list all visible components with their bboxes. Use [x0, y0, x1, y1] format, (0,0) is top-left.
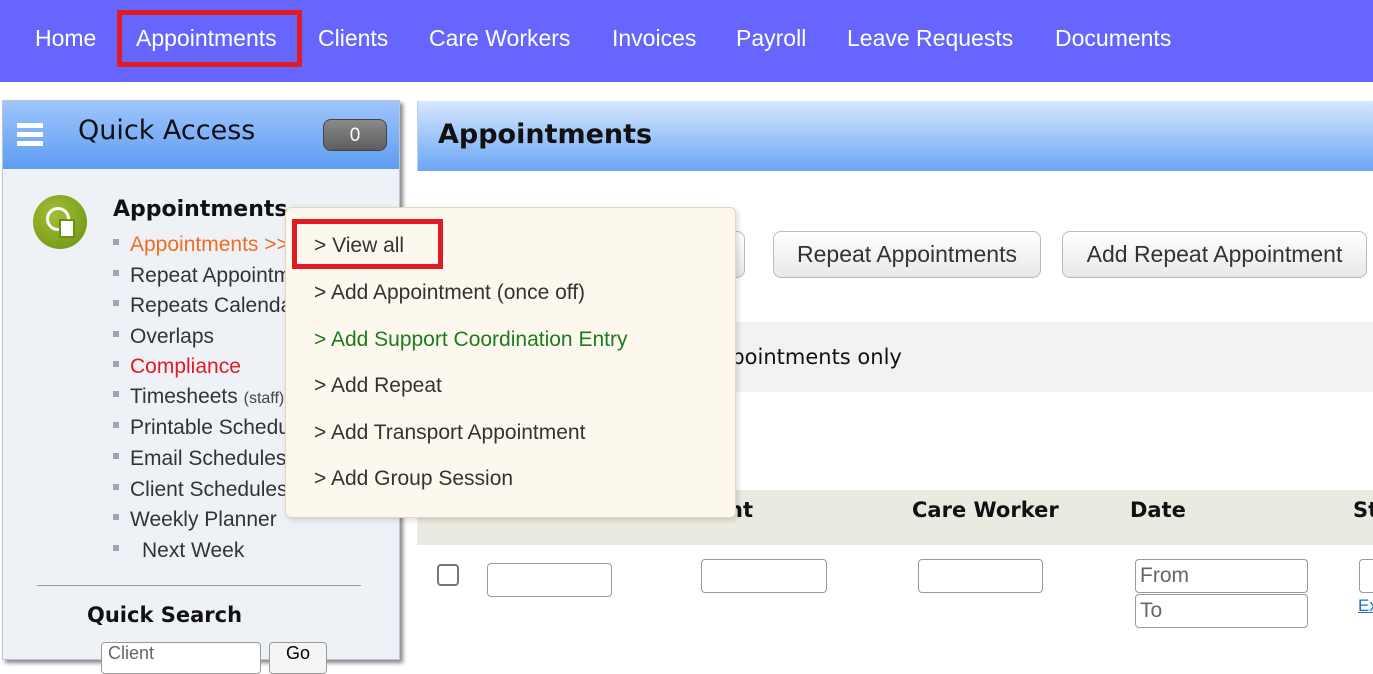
- sidebar-link-timesheets[interactable]: Timesheets (staff): [113, 385, 284, 409]
- sidebar-link-client-schedules[interactable]: Client Schedules: [113, 478, 288, 502]
- menu-icon[interactable]: [17, 123, 43, 147]
- sidebar-link-appointments[interactable]: Appointments >>: [113, 233, 289, 257]
- menu-item-add-repeat[interactable]: > Add Repeat: [314, 374, 442, 398]
- bullet-icon: [113, 361, 119, 368]
- add-repeat-appointment-button[interactable]: Add Repeat Appointment: [1062, 231, 1367, 278]
- quick-search-title: Quick Search: [87, 603, 243, 627]
- sidebar-link-email-schedules[interactable]: Email Schedules: [113, 447, 286, 471]
- sidebar-link-weekly-planner[interactable]: Weekly Planner: [113, 508, 277, 532]
- sidebar-link-repeats-calendar[interactable]: Repeats Calendar: [113, 294, 299, 318]
- highlight-box-nav-appointments: [117, 10, 302, 67]
- sidebar-link-next-week[interactable]: Next Week: [113, 539, 244, 563]
- bullet-icon: [113, 422, 119, 429]
- filter-client-input[interactable]: [701, 559, 827, 593]
- highlight-box-view-all: [292, 219, 443, 269]
- nav-invoices[interactable]: Invoices: [612, 22, 696, 54]
- nav-care-workers[interactable]: Care Workers: [429, 22, 570, 54]
- count-badge[interactable]: 0: [323, 119, 387, 151]
- quick-search-go-button[interactable]: Go: [269, 642, 327, 674]
- column-header-care-worker[interactable]: Care Worker: [912, 498, 1059, 522]
- date-from-input[interactable]: From: [1135, 559, 1308, 593]
- bullet-icon: [113, 300, 119, 307]
- sidebar-title: Quick Access: [78, 115, 256, 146]
- page-title: Appointments: [438, 119, 653, 150]
- bullet-icon: [113, 270, 119, 277]
- select-all-checkbox[interactable]: [437, 564, 459, 586]
- column-header-status[interactable]: St: [1353, 498, 1373, 522]
- filter-option-text[interactable]: ppointments only: [718, 345, 902, 369]
- nav-home[interactable]: Home: [35, 22, 96, 54]
- sidebar-divider: [37, 585, 361, 586]
- menu-item-add-appointment[interactable]: > Add Appointment (once off): [314, 281, 585, 305]
- nav-leave-requests[interactable]: Leave Requests: [847, 22, 1013, 54]
- nav-clients[interactable]: Clients: [318, 22, 388, 54]
- nav-documents[interactable]: Documents: [1055, 22, 1171, 54]
- date-to-input[interactable]: To: [1135, 594, 1308, 628]
- bullet-icon: [113, 545, 119, 552]
- bullet-icon: [113, 484, 119, 491]
- section-title-appointments: Appointments: [113, 197, 288, 222]
- quick-search-input[interactable]: Client: [101, 642, 261, 674]
- column-header-date[interactable]: Date: [1130, 498, 1186, 522]
- alarm-clock-icon: [33, 195, 87, 249]
- bullet-icon: [113, 391, 119, 398]
- page-header: Appointments: [417, 101, 1373, 171]
- filter-care-worker-input[interactable]: [918, 559, 1043, 593]
- bullet-icon: [113, 331, 119, 338]
- nav-payroll[interactable]: Payroll: [736, 22, 806, 54]
- sidebar-link-overlaps[interactable]: Overlaps: [113, 325, 214, 349]
- filter-status-input[interactable]: [1359, 559, 1373, 593]
- filter-id-input[interactable]: [487, 563, 612, 597]
- repeat-appointments-button[interactable]: Repeat Appointments: [773, 231, 1041, 278]
- bullet-icon: [113, 453, 119, 460]
- menu-item-add-group-session[interactable]: > Add Group Session: [314, 467, 513, 491]
- menu-item-add-support-coordination[interactable]: > Add Support Coordination Entry: [314, 328, 627, 352]
- bullet-icon: [113, 239, 119, 246]
- menu-item-add-transport[interactable]: > Add Transport Appointment: [314, 421, 585, 445]
- sidebar-link-compliance[interactable]: Compliance: [113, 355, 241, 379]
- export-link[interactable]: Ex: [1358, 596, 1373, 616]
- sidebar-header: Quick Access 0: [3, 101, 399, 169]
- bullet-icon: [113, 514, 119, 521]
